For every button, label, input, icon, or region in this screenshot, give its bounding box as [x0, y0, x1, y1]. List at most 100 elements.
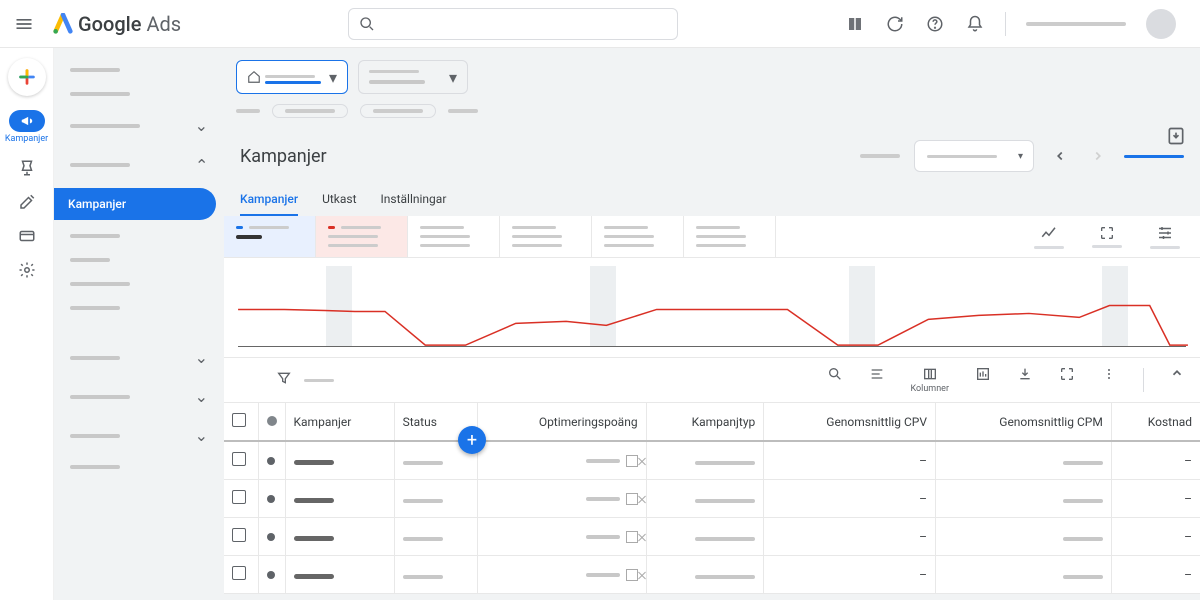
segment-icon[interactable]: [869, 366, 885, 382]
rail-admin[interactable]: [17, 260, 37, 280]
adjust-icon[interactable]: [1150, 224, 1180, 249]
col-cpm[interactable]: Genomsnittlig CPM: [935, 403, 1111, 441]
opt-score-placeholder: [586, 497, 620, 501]
search-box[interactable]: [348, 8, 678, 40]
rail-tools[interactable]: [17, 192, 37, 212]
rail-goals[interactable]: [17, 158, 37, 178]
scorecard-2[interactable]: [316, 216, 408, 257]
col-cost[interactable]: Kostnad: [1111, 403, 1200, 441]
date-range-dropdown[interactable]: [914, 140, 1034, 172]
reports-icon[interactable]: [975, 366, 991, 382]
expand-icon[interactable]: [1092, 225, 1122, 248]
menu-icon[interactable]: [12, 12, 36, 36]
refresh-icon[interactable]: [885, 14, 905, 34]
opt-unavailable-icon: [626, 455, 638, 467]
breadcrumb-chip-1[interactable]: [272, 104, 348, 118]
nav-group-4[interactable]: ⌄: [62, 381, 216, 412]
nav-item-5[interactable]: [62, 276, 216, 292]
columns-icon[interactable]: Kolumner: [911, 366, 950, 394]
opt-score-placeholder: [586, 573, 620, 577]
breadcrumb: [224, 100, 1200, 128]
cost-cell: –: [1111, 556, 1200, 594]
cpv-cell: –: [764, 518, 936, 556]
scorecard-3[interactable]: [408, 216, 500, 257]
nav-item-2[interactable]: [62, 86, 216, 102]
status-dot[interactable]: [267, 571, 275, 579]
create-button[interactable]: [8, 58, 46, 96]
opt-unavailable-icon: [626, 569, 638, 581]
table-search-icon[interactable]: [827, 366, 843, 382]
col-type[interactable]: Kampanjtyp: [646, 403, 764, 441]
avatar[interactable]: [1146, 9, 1176, 39]
nav-item-7[interactable]: [62, 459, 216, 475]
nav-item-1[interactable]: [62, 62, 216, 78]
add-campaign-fab[interactable]: +: [458, 426, 486, 454]
notifications-icon[interactable]: [965, 14, 985, 34]
select-all-checkbox[interactable]: [232, 413, 246, 427]
compare-toggle[interactable]: [1124, 155, 1184, 158]
nav-group-1[interactable]: ⌄: [62, 110, 216, 141]
col-campaigns[interactable]: Kampanjer: [285, 403, 394, 441]
chart-type-icon[interactable]: [1034, 224, 1064, 249]
cpv-cell: –: [764, 556, 936, 594]
date-next-button[interactable]: [1086, 144, 1110, 168]
cpm-placeholder: [1063, 575, 1103, 579]
rail-campaigns[interactable]: Kampanjer: [5, 110, 48, 144]
breadcrumb-item[interactable]: [448, 109, 478, 113]
appearance-icon[interactable]: [845, 14, 865, 34]
status-dot[interactable]: [267, 495, 275, 503]
help-icon[interactable]: [925, 14, 945, 34]
collapse-icon[interactable]: [1170, 366, 1184, 380]
account-name-placeholder[interactable]: [1026, 22, 1126, 26]
status-dot[interactable]: [267, 457, 275, 465]
filter-icon[interactable]: [276, 370, 292, 390]
account-dropdown[interactable]: ▾: [236, 60, 348, 94]
tab-campaigns[interactable]: Kampanjer: [240, 184, 298, 216]
title-label: [860, 154, 900, 158]
rail-billing[interactable]: [17, 226, 37, 246]
cost-cell: –: [1111, 441, 1200, 480]
breadcrumb-item[interactable]: [236, 109, 260, 113]
save-report-icon[interactable]: [1166, 126, 1186, 150]
scorecard-5[interactable]: [592, 216, 684, 257]
chevron-down-icon: ⌄: [195, 387, 208, 406]
scorecard-1[interactable]: [224, 216, 316, 257]
nav-group-2[interactable]: ⌄: [62, 149, 216, 180]
nav-item-6[interactable]: [62, 300, 216, 316]
search-input[interactable]: [383, 16, 667, 31]
nav-active-campaigns[interactable]: Kampanjer: [54, 188, 216, 220]
nav-item-4[interactable]: [62, 252, 216, 268]
row-checkbox[interactable]: [232, 528, 246, 542]
type-placeholder: [695, 537, 755, 541]
scorecard-6[interactable]: [684, 216, 776, 257]
col-optimization[interactable]: Optimeringspoäng: [477, 403, 646, 441]
nav-group-5[interactable]: ⌄: [62, 420, 216, 451]
breadcrumb-chip-2[interactable]: [360, 104, 436, 118]
table-row[interactable]: ––: [224, 480, 1200, 518]
status-dot[interactable]: [267, 533, 275, 541]
row-checkbox[interactable]: [232, 452, 246, 466]
search-icon: [359, 16, 375, 32]
nav-item-3[interactable]: [62, 228, 216, 244]
more-icon[interactable]: [1101, 366, 1117, 382]
col-cpv[interactable]: Genomsnittlig CPV: [764, 403, 936, 441]
product-logo[interactable]: Google Ads: [52, 12, 181, 36]
table-row[interactable]: ––: [224, 441, 1200, 480]
tab-settings[interactable]: Inställningar: [381, 184, 447, 216]
secondary-dropdown[interactable]: ▾: [358, 60, 468, 94]
type-placeholder: [695, 575, 755, 579]
campaign-name-placeholder: [294, 498, 334, 503]
table-row[interactable]: ––: [224, 556, 1200, 594]
download-icon[interactable]: [1017, 366, 1033, 382]
row-checkbox[interactable]: [232, 566, 246, 580]
row-checkbox[interactable]: [232, 490, 246, 504]
campaign-name-placeholder: [294, 460, 334, 465]
fullscreen-icon[interactable]: [1059, 366, 1075, 382]
tab-drafts[interactable]: Utkast: [322, 184, 356, 216]
nav-group-3[interactable]: ⌄: [62, 342, 216, 373]
status-header-icon: [267, 416, 277, 426]
table-row[interactable]: ––: [224, 518, 1200, 556]
performance-chart[interactable]: [224, 258, 1200, 358]
date-prev-button[interactable]: [1048, 144, 1072, 168]
scorecard-4[interactable]: [500, 216, 592, 257]
